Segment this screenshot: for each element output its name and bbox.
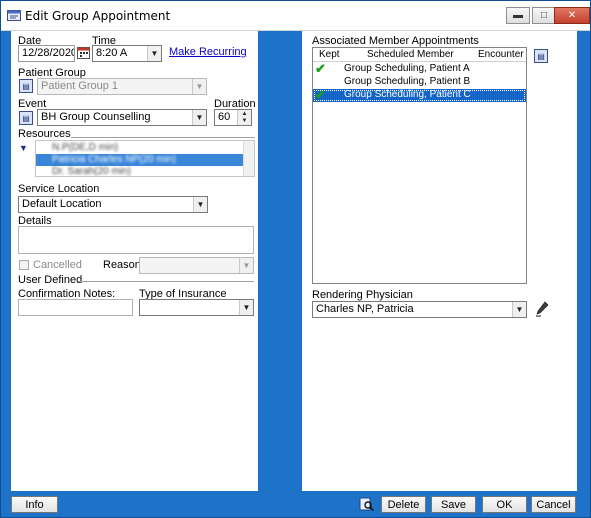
chevron-down-icon: ▼: [147, 46, 161, 61]
title-bar: Edit Group Appointment ▬ □ ✕: [1, 1, 590, 31]
appointment-details-panel: Date 12/28/2020 Time 8:20 A ▼ Make Recur…: [11, 31, 258, 491]
event-dropdown[interactable]: BH Group Counselling ▼: [37, 109, 207, 126]
resource-item[interactable]: Dr. Sarah(20 min): [36, 166, 244, 176]
member-lookup-icon[interactable]: ▤: [534, 49, 548, 63]
close-button[interactable]: ✕: [554, 7, 590, 24]
cancel-button[interactable]: Cancel: [531, 496, 576, 513]
save-button[interactable]: Save: [431, 496, 476, 513]
chevron-down-icon: ▼: [193, 197, 207, 212]
chevron-down-icon: ▼: [192, 110, 206, 125]
column-encounter[interactable]: Encounter: [478, 49, 524, 60]
resources-list[interactable]: N.P(DE,D min) Patricia Charles NP(20 min…: [35, 140, 255, 177]
resources-label: Resources: [18, 128, 71, 140]
member-name: Group Scheduling, Patient A: [344, 63, 470, 74]
resource-item[interactable]: Patricia Charles NP(20 min): [36, 154, 244, 166]
info-button[interactable]: Info: [11, 496, 58, 513]
service-location-value: Default Location: [22, 198, 102, 210]
edit-physician-pen-icon[interactable]: [535, 301, 549, 317]
chevron-down-icon: ▼: [512, 302, 526, 317]
member-name: Group Scheduling, Patient C: [344, 89, 471, 100]
patient-group-dropdown: Patient Group 1 ▼: [37, 78, 207, 95]
expand-resources-icon[interactable]: ▼: [19, 143, 28, 153]
event-value: BH Group Counselling: [41, 111, 151, 123]
rendering-physician-label: Rendering Physician: [312, 289, 413, 301]
confirmation-notes-input[interactable]: [18, 299, 133, 316]
duration-spinner[interactable]: 60 ▲ ▼: [214, 109, 252, 126]
details-scrollbar[interactable]: [241, 227, 253, 253]
cancelled-checkbox: [19, 260, 29, 270]
resources-scrollbar[interactable]: [243, 141, 254, 176]
column-kept[interactable]: Kept: [319, 49, 340, 60]
resource-item[interactable]: N.P(DE,D min): [36, 142, 244, 154]
service-location-label: Service Location: [18, 183, 100, 195]
duration-value: 60: [218, 111, 231, 123]
calendar-picker-icon[interactable]: [77, 46, 90, 59]
kept-check-icon: ✔: [315, 87, 326, 102]
date-field[interactable]: 12/28/2020: [18, 45, 75, 62]
table-row[interactable]: ✔ Group Scheduling, Patient A: [313, 61, 526, 76]
column-scheduled-member[interactable]: Scheduled Member: [367, 49, 454, 60]
associated-appointments-panel: Associated Member Appointments Kept Sche…: [302, 31, 577, 491]
minimize-button[interactable]: ▬: [506, 7, 530, 24]
chevron-down-icon: ▼: [239, 300, 253, 315]
ok-button[interactable]: OK: [482, 496, 527, 513]
member-name: Group Scheduling, Patient B: [344, 76, 471, 87]
patient-search-icon[interactable]: [359, 496, 375, 512]
window-title: Edit Group Appointment: [25, 9, 171, 23]
service-location-dropdown[interactable]: Default Location ▼: [18, 196, 208, 213]
details-textarea[interactable]: [18, 226, 254, 254]
grid-header: Kept Scheduled Member Encounter: [313, 48, 526, 62]
reason-label: Reason:: [103, 259, 144, 271]
table-row[interactable]: Group Scheduling, Patient B: [313, 76, 526, 89]
table-row[interactable]: ✔ Group Scheduling, Patient C: [313, 87, 526, 102]
delete-button[interactable]: Delete: [381, 496, 426, 513]
user-defined-label: User Defined: [18, 274, 83, 286]
rendering-physician-dropdown[interactable]: Charles NP, Patricia ▼: [312, 301, 527, 318]
edit-group-appointment-window: Edit Group Appointment ▬ □ ✕ Date 12/28/…: [0, 0, 591, 518]
chevron-down-icon: ▼: [239, 258, 253, 273]
kept-check-icon: ✔: [315, 61, 326, 76]
patient-group-lookup-icon[interactable]: ▤: [19, 79, 33, 93]
make-recurring-link[interactable]: Make Recurring: [169, 46, 247, 58]
cancelled-label: Cancelled: [33, 259, 82, 271]
reason-dropdown: ▼: [139, 257, 254, 274]
associated-appointments-label: Associated Member Appointments: [312, 35, 479, 47]
time-dropdown[interactable]: 8:20 A ▼: [92, 45, 162, 62]
spinner-arrows-icon[interactable]: ▲ ▼: [237, 110, 251, 125]
rendering-physician-value: Charles NP, Patricia: [316, 303, 414, 315]
patient-group-value: Patient Group 1: [41, 80, 119, 92]
resources-divider: [71, 137, 255, 138]
chevron-down-icon: ▼: [192, 79, 206, 94]
event-lookup-icon[interactable]: ▤: [19, 111, 33, 125]
member-appointments-grid[interactable]: Kept Scheduled Member Encounter ✔ Group …: [312, 47, 527, 284]
maximize-button[interactable]: □: [532, 7, 556, 24]
calendar-app-icon: [7, 10, 21, 21]
time-value: 8:20 A: [96, 47, 128, 59]
insurance-dropdown[interactable]: ▼: [139, 299, 254, 316]
user-defined-divider: [78, 281, 254, 282]
